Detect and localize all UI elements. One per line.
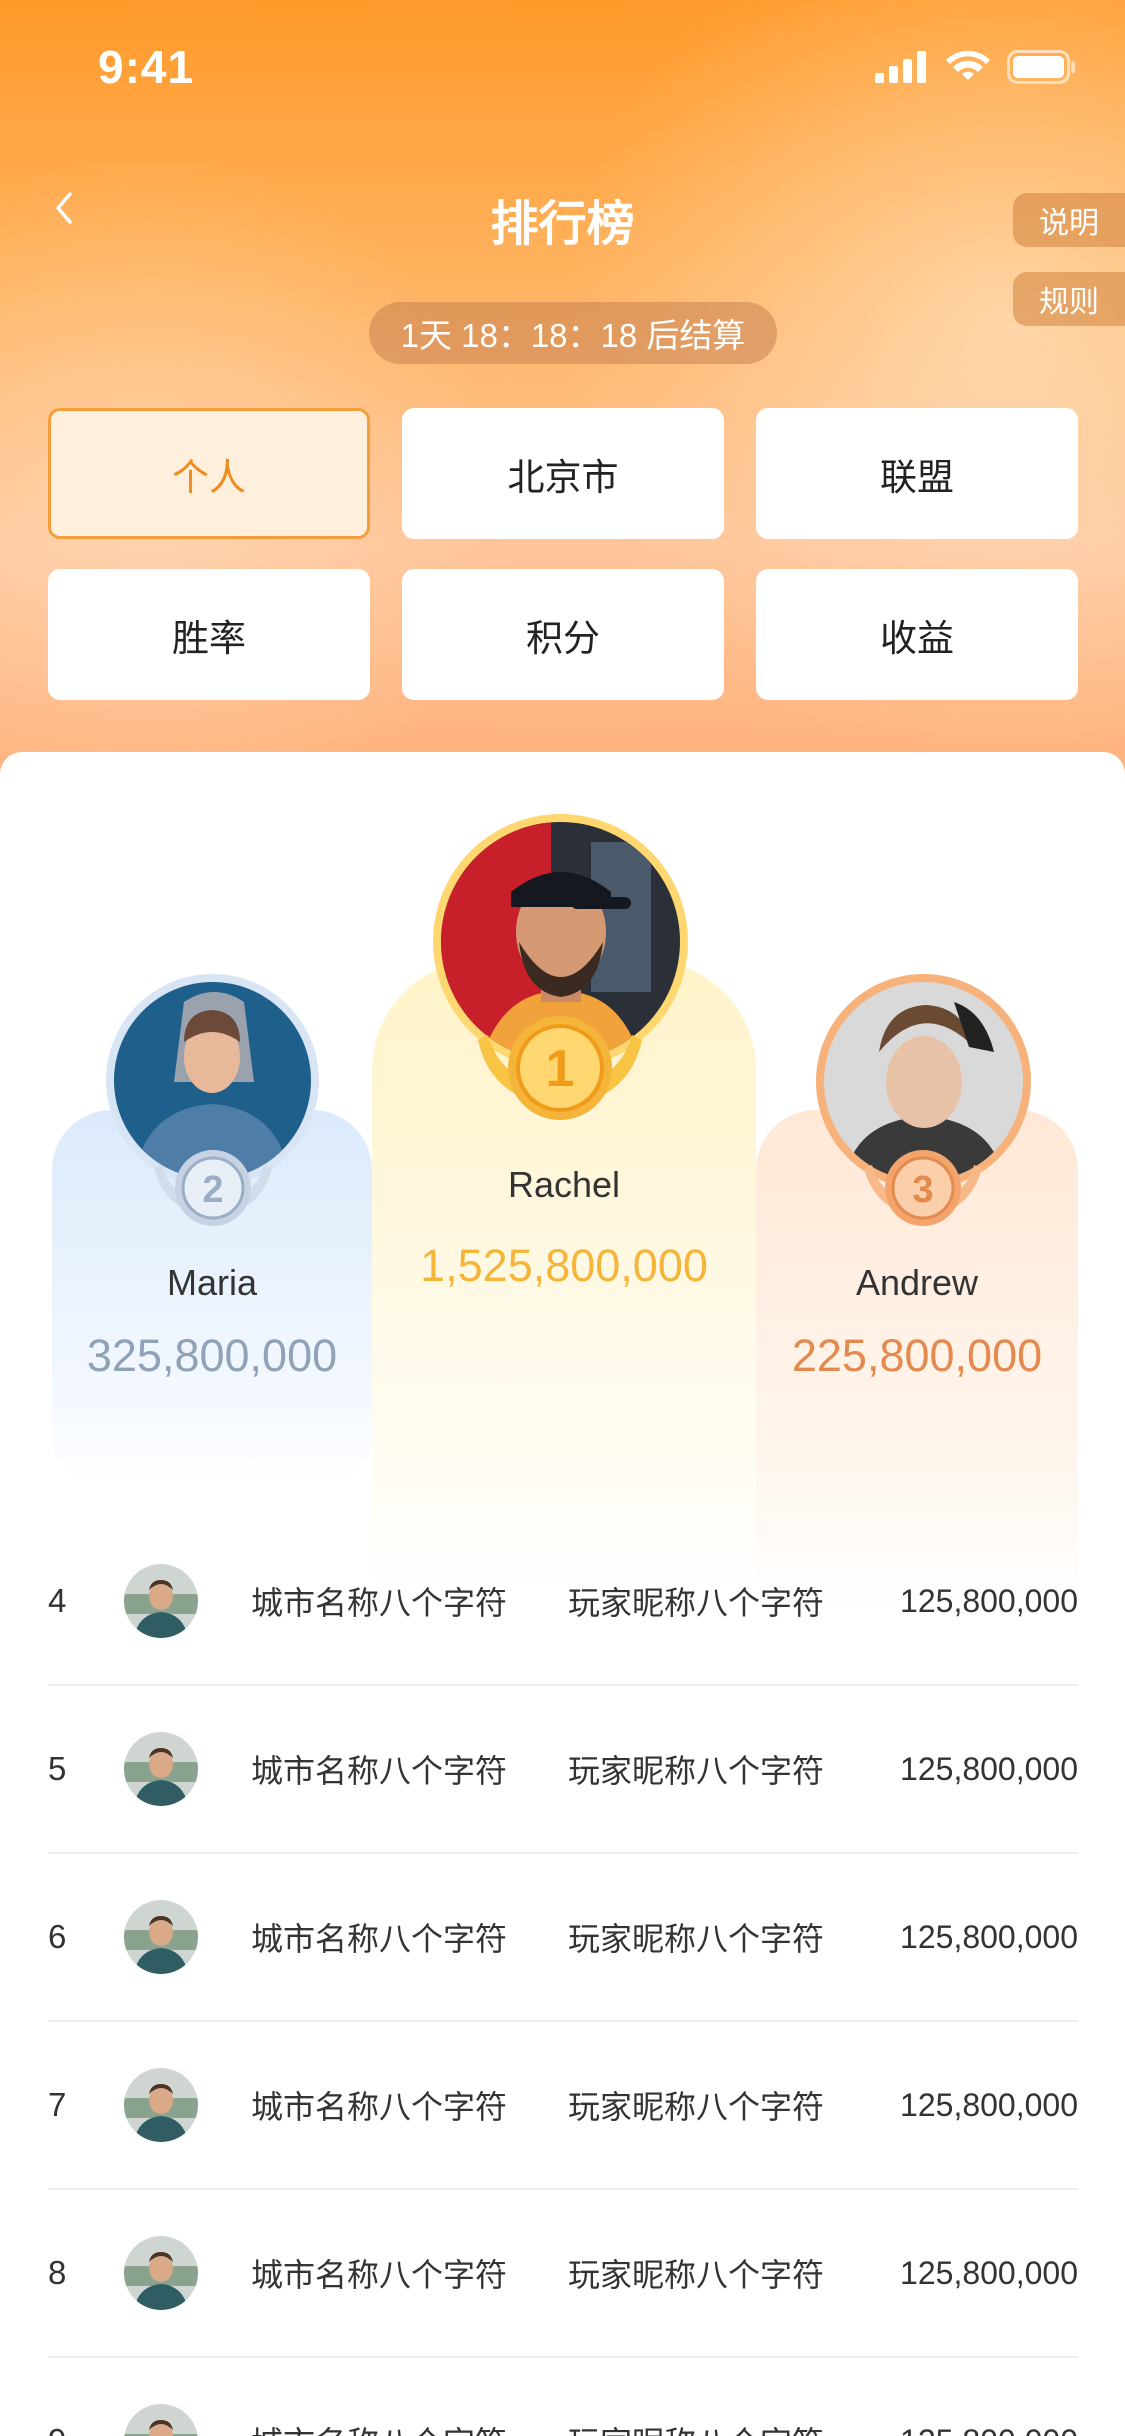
player-nickname: 玩家昵称八个字符 <box>568 1585 825 1621</box>
player-nickname: 玩家昵称八个字符 <box>568 2089 825 2125</box>
rules-button[interactable]: 规则 <box>1013 272 1125 326</box>
medal-rank-label: 3 <box>912 1169 933 1211</box>
second-place-name: Maria <box>166 1262 258 1303</box>
third-place-name: Andrew <box>855 1262 979 1303</box>
city-name: 城市名称八个字符 <box>251 1753 508 1789</box>
status-time: 9:41 <box>98 41 195 93</box>
player-score: 125,800,000 <box>900 2254 1078 2291</box>
ranking-row[interactable]: 4 城市名称八个字符 玩家昵称八个字符 125,800,000 <box>48 1518 1078 1686</box>
second-place-score: 325,800,000 <box>86 1330 338 1381</box>
player-nickname: 玩家昵称八个字符 <box>568 1921 825 1957</box>
avatar <box>124 2068 198 2142</box>
ranking-row[interactable]: 7 城市名称八个字符 玩家昵称八个字符 125,800,000 <box>48 2022 1078 2190</box>
explain-button[interactable]: 说明 <box>1013 193 1125 247</box>
ranking-row[interactable]: 5 城市名称八个字符 玩家昵称八个字符 125,800,000 <box>48 1686 1078 1854</box>
ranking-list: 4 城市名称八个字符 玩家昵称八个字符 125,800,000 5 城市名称八个… <box>48 1518 1078 2436</box>
tab-points[interactable]: 积分 <box>402 569 724 700</box>
page-title: 排行榜 <box>490 198 635 251</box>
city-name: 城市名称八个字符 <box>251 2257 508 2293</box>
city-name: 城市名称八个字符 <box>251 1921 508 1957</box>
avatar <box>124 2404 198 2436</box>
avatar <box>124 1564 198 1638</box>
player-score: 125,800,000 <box>900 1582 1078 1619</box>
gold-medal-icon: 1 <box>470 1010 650 1135</box>
cellular-signal-icon <box>875 51 926 83</box>
player-score: 125,800,000 <box>900 1750 1078 1787</box>
city-name: 城市名称八个字符 <box>251 2418 507 2436</box>
first-place-name: Rachel <box>507 1164 621 1205</box>
avatar <box>124 1900 198 1974</box>
rank-number: 9 <box>48 2422 66 2436</box>
medal-rank-label: 2 <box>202 1169 223 1211</box>
player-nickname: 玩家昵称八个字符 <box>568 1753 825 1789</box>
city-name: 城市名称八个字符 <box>251 1585 508 1621</box>
ranking-row[interactable]: 6 城市名称八个字符 玩家昵称八个字符 125,800,000 <box>48 1854 1078 2022</box>
first-place-score: 1,525,800,000 <box>420 1240 708 1291</box>
medal-rank-label: 1 <box>546 1040 575 1098</box>
tab-alliance[interactable]: 联盟 <box>756 408 1078 539</box>
tab-personal[interactable]: 个人 <box>48 408 370 539</box>
tab-earnings[interactable]: 收益 <box>756 569 1078 700</box>
player-nickname: 玩家昵称八个字符 <box>568 2257 825 2293</box>
status-bar: 9:41 <box>0 0 1125 132</box>
avatar <box>124 1732 198 1806</box>
status-icons <box>875 50 1077 84</box>
tab-win-rate[interactable]: 胜率 <box>48 569 370 700</box>
ranking-row[interactable]: 9 城市名称八个字符 玩家昵称八个字符 125,800,000 <box>48 2358 1078 2436</box>
third-place-score: 225,800,000 <box>791 1330 1043 1381</box>
rank-number: 5 <box>48 1750 67 1787</box>
avatar <box>124 2236 198 2310</box>
battery-icon <box>1007 50 1075 84</box>
rank-number: 6 <box>48 1918 67 1955</box>
ranking-row[interactable]: 8 城市名称八个字符 玩家昵称八个字符 125,800,000 <box>48 2190 1078 2358</box>
ranking-category-tabs: 个人 北京市 联盟 胜率 积分 收益 <box>48 408 1078 700</box>
rank-number: 4 <box>48 1582 67 1619</box>
player-score: 125,800,000 <box>900 2086 1078 2123</box>
wifi-icon <box>946 50 990 80</box>
player-nickname: 玩家昵称八个字符 <box>568 2418 824 2436</box>
silver-medal-icon: 2 <box>148 1146 278 1241</box>
bronze-medal-icon: 3 <box>858 1146 988 1241</box>
tab-beijing[interactable]: 北京市 <box>402 408 724 539</box>
city-name: 城市名称八个字符 <box>251 2089 508 2125</box>
rank-number: 7 <box>48 2086 67 2123</box>
player-score: 125,800,000 <box>900 1918 1078 1955</box>
rank-number: 8 <box>48 2254 67 2291</box>
settlement-countdown: 1天 18：18：18 后结算 <box>369 302 777 364</box>
player-score: 125,800,000 <box>900 2423 1078 2436</box>
